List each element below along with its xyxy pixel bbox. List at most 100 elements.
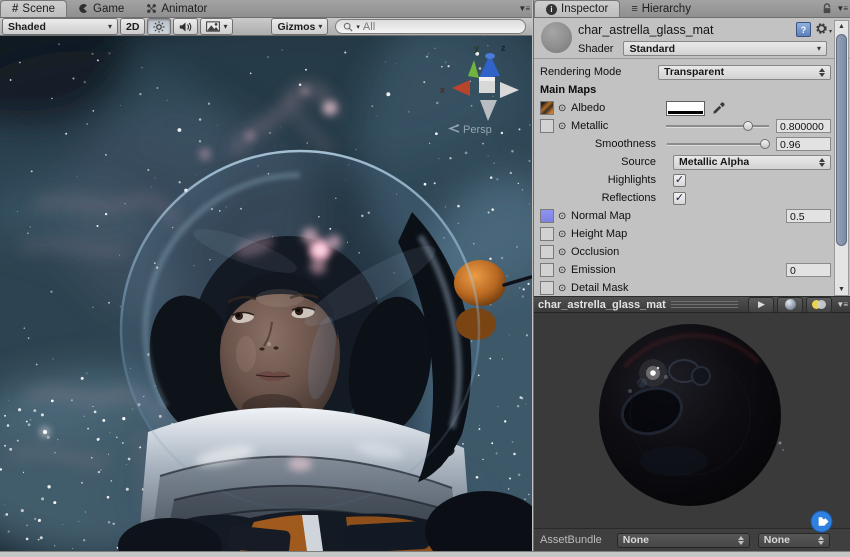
chevron-down-icon: ▾ — [223, 22, 227, 31]
target-picker-icon[interactable]: ⊙ — [558, 247, 571, 258]
target-picker-icon[interactable]: ⊙ — [558, 283, 571, 294]
metallic-texture-thumbnail[interactable] — [540, 119, 554, 133]
reflections-row: Reflections ✓ — [534, 189, 850, 207]
scroll-down-icon[interactable]: ▼ — [835, 284, 848, 295]
preview-sphere-render — [534, 313, 850, 528]
tab-inspector[interactable]: i Inspector — [534, 0, 620, 17]
preview-lighting-button[interactable] — [806, 297, 832, 313]
tab-hierarchy[interactable]: ≡ Hierarchy — [620, 0, 702, 17]
rendering-mode-dropdown[interactable]: Transparent — [658, 65, 831, 80]
slider-thumb[interactable] — [743, 121, 753, 131]
highlights-label: Highlights — [540, 174, 656, 186]
bright-star — [43, 430, 47, 434]
gizmos-dropdown-label: Gizmos — [277, 21, 315, 33]
metallic-slider[interactable] — [666, 120, 769, 132]
toggle-2d-button[interactable]: 2D — [120, 18, 145, 35]
source-dropdown[interactable]: Metallic Alpha — [673, 155, 831, 170]
metallic-value-field[interactable]: 0.800000 — [776, 119, 831, 133]
albedo-color-swatch[interactable] — [666, 101, 705, 116]
inspector-scrollbar[interactable]: ▲ ▼ — [834, 20, 849, 296]
scroll-up-icon[interactable]: ▲ — [835, 21, 848, 32]
tab-scene[interactable]: # Scene — [0, 0, 67, 17]
material-preview-area[interactable] — [534, 313, 850, 528]
game-icon — [78, 3, 89, 14]
shader-dropdown[interactable]: Standard ▾ — [623, 41, 827, 56]
preview-shape-button[interactable] — [777, 297, 803, 313]
lock-icon[interactable] — [822, 3, 832, 14]
albedo-texture-thumbnail[interactable] — [540, 101, 554, 115]
gear-icon[interactable]: ▾ — [815, 22, 832, 35]
assetbundle-tag-icon[interactable] — [810, 510, 833, 533]
material-name: char_astrella_glass_mat — [578, 23, 714, 37]
scene-search-field[interactable]: ▾ All — [335, 19, 526, 34]
normal-map-value-field[interactable]: 0.5 — [786, 209, 831, 223]
emission-value-field[interactable]: 0 — [786, 263, 831, 277]
scene-lighting-toggle[interactable] — [147, 18, 171, 35]
scene-grid-icon: # — [12, 3, 18, 15]
tab-game[interactable]: Game — [67, 0, 135, 17]
smoothness-slider[interactable] — [667, 138, 769, 150]
material-preview-header[interactable]: char_astrella_glass_mat ▶ ▼≡ — [534, 296, 850, 313]
gizmo-x-label[interactable]: x — [440, 85, 445, 95]
reflections-checkbox[interactable]: ✓ — [673, 192, 686, 205]
emission-label: Emission — [571, 264, 616, 276]
gizmos-dropdown[interactable]: Gizmos ▾ — [271, 18, 328, 35]
chevron-down-icon: ▾ — [817, 44, 821, 53]
eyedropper-icon[interactable] — [712, 102, 725, 115]
info-icon: i — [546, 4, 557, 15]
updown-arrows-icon — [815, 158, 825, 167]
gizmo-z-label[interactable]: z — [501, 43, 506, 53]
target-picker-icon[interactable]: ⊙ — [558, 229, 571, 240]
target-picker-icon[interactable]: ⊙ — [558, 265, 571, 276]
detail-mask-row: ⊙ Detail Mask — [534, 279, 850, 297]
assetbundle-label: AssetBundle — [540, 534, 602, 546]
scene-pane-menu-icon[interactable]: ▼≡ — [518, 4, 529, 13]
gizmo-projection-label[interactable]: Persp — [463, 124, 492, 136]
image-icon — [206, 21, 220, 32]
scene-tabstrip: # Scene Game Animator ▼≡ — [0, 0, 532, 18]
inspector-pane-menu-icon[interactable]: ▼≡ — [836, 4, 847, 13]
tab-animator[interactable]: Animator — [135, 0, 218, 17]
height-map-label: Height Map — [571, 228, 627, 240]
scene-render: x y z Persp — [0, 36, 532, 551]
scene-toolbar: Shaded ▾ 2D — [0, 18, 532, 36]
detail-mask-texture-thumbnail[interactable] — [540, 281, 554, 295]
metallic-row: ⊙ Metallic 0.800000 — [534, 117, 850, 135]
target-picker-icon[interactable]: ⊙ — [558, 211, 571, 222]
help-icon[interactable]: ? — [796, 22, 811, 37]
drag-handle[interactable] — [671, 301, 739, 308]
preview-play-button[interactable]: ▶ — [748, 297, 774, 313]
scrollbar-thumb[interactable] — [836, 34, 847, 246]
preview-menu-icon[interactable]: ▼≡ — [836, 300, 847, 309]
shader-label: Shader — [578, 43, 613, 55]
scene-audio-toggle[interactable] — [173, 18, 198, 35]
gizmo-y-label[interactable]: y — [474, 43, 479, 53]
target-picker-icon[interactable]: ⊙ — [558, 103, 571, 114]
shaded-dropdown[interactable]: Shaded ▾ — [2, 18, 118, 35]
updown-arrows-icon — [815, 68, 825, 77]
target-picker-icon[interactable]: ⊙ — [558, 121, 571, 132]
emission-texture-thumbnail[interactable] — [540, 263, 554, 277]
occlusion-texture-thumbnail[interactable] — [540, 245, 554, 259]
height-map-texture-thumbnail[interactable] — [540, 227, 554, 241]
chevron-down-icon: ▾ — [318, 22, 322, 31]
highlights-checkbox[interactable]: ✓ — [673, 174, 686, 187]
slider-thumb[interactable] — [760, 139, 770, 149]
source-label: Source — [540, 156, 656, 168]
smoothness-value-field[interactable]: 0.96 — [776, 137, 831, 151]
preview-title: char_astrella_glass_mat — [538, 299, 666, 311]
normal-map-texture-thumbnail[interactable] — [540, 209, 554, 223]
chevron-down-icon: ▾ — [356, 23, 360, 31]
assetbundle-dropdown[interactable]: None — [617, 533, 750, 548]
tab-hierarchy-label: Hierarchy — [642, 3, 691, 15]
scene-pane: # Scene Game Animator ▼≡ — [0, 0, 532, 551]
scene-effects-button[interactable]: ▾ — [200, 18, 233, 35]
assetbundle-variant-dropdown[interactable]: None — [758, 533, 830, 548]
occlusion-row: ⊙ Occlusion — [534, 243, 850, 261]
emission-row: ⊙ Emission 0 — [534, 261, 850, 279]
assetbundle-bar: AssetBundle None None — [534, 528, 850, 551]
scene-viewport[interactable]: x y z Persp — [0, 36, 532, 551]
play-icon: ▶ — [758, 299, 765, 310]
normal-map-row: ⊙ Normal Map 0.5 — [534, 207, 850, 225]
shaded-dropdown-label: Shaded — [8, 21, 46, 33]
